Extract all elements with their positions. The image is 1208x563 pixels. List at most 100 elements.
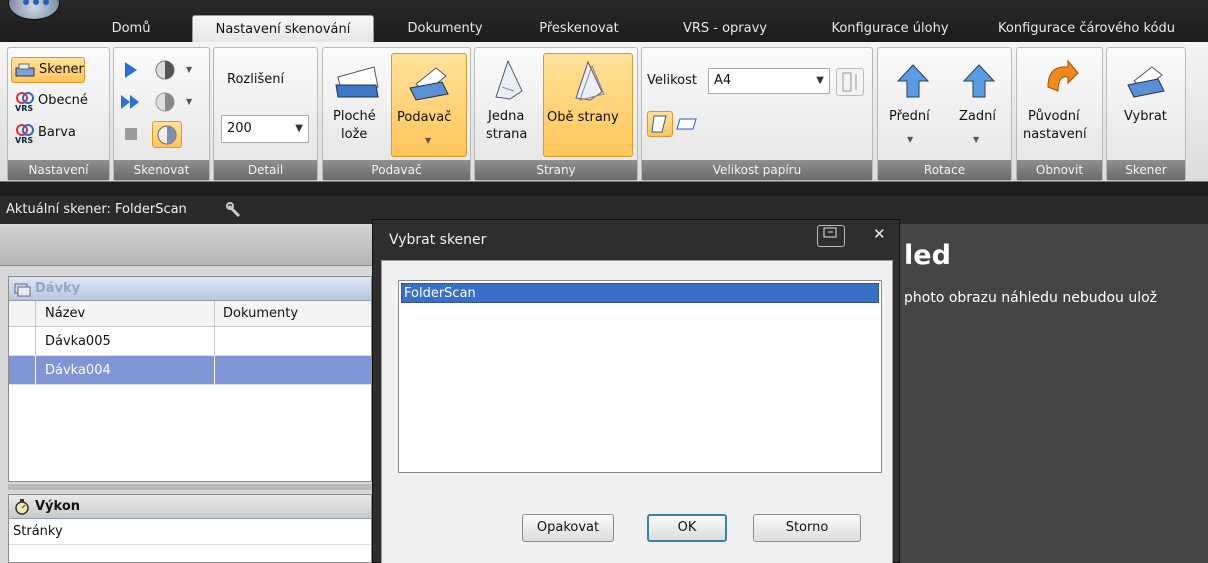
- rotate-front-label: Přední: [889, 109, 930, 124]
- undo-arrow-icon: [1047, 59, 1079, 92]
- chevron-down-icon: ▼: [186, 65, 193, 74]
- ribbon: Skener VRS Obecné VRS Barva Nastavení ▼ …: [0, 42, 1208, 182]
- rotate-back-label: Zadní: [959, 109, 996, 124]
- row-name: Dávka004: [45, 363, 111, 378]
- row-name: Dávka005: [45, 334, 111, 349]
- svg-text:VRS: VRS: [15, 136, 33, 144]
- obecne-label: Obecné: [38, 93, 88, 108]
- tab-vrs-corrections[interactable]: VRS - opravy: [660, 15, 790, 42]
- group-label-feeder: Podavač: [323, 160, 470, 180]
- vrs-icon: VRS: [15, 92, 34, 112]
- tab-barcode-config[interactable]: Konfigurace čárového kódu: [990, 15, 1208, 42]
- select-scanner-dialog: Vybrat skener ✕ FolderScan Opakovat OK S…: [372, 219, 900, 563]
- app-orb-button[interactable]: [8, 0, 60, 20]
- barva-button[interactable]: VRS Barva: [11, 120, 106, 146]
- resolution-combo[interactable]: 200 ▼: [221, 115, 309, 143]
- list-item[interactable]: FolderScan: [401, 283, 879, 303]
- landscape-page-icon: [676, 118, 697, 130]
- scan-stop-button[interactable]: [119, 122, 143, 146]
- chevron-down-icon: ▼: [907, 135, 914, 144]
- preview-note: photo obrazu náhledu nebudou ulož: [904, 290, 1158, 306]
- group-label-detail: Detail: [214, 160, 317, 180]
- rotate-front-button[interactable]: Přední ▼: [882, 53, 942, 157]
- portrait-button[interactable]: [647, 111, 673, 137]
- dialog-restore-button[interactable]: [817, 225, 845, 247]
- arrow-up-icon: [962, 64, 996, 98]
- chevron-down-icon: ▼: [973, 135, 980, 144]
- contrast-dropdown-2[interactable]: ▼: [152, 90, 200, 114]
- paper-size-combo[interactable]: A4 ▼: [708, 68, 830, 94]
- feeder-button[interactable]: Podavač ▼: [391, 53, 467, 157]
- group-label-rotation: Rotace: [878, 160, 1011, 180]
- group-label-settings: Nastavení: [8, 160, 109, 180]
- both-sides-button[interactable]: Obě strany: [543, 53, 633, 157]
- table-row[interactable]: Dávka004: [9, 356, 371, 385]
- preview-title: led: [904, 240, 951, 271]
- column-name[interactable]: Název: [45, 301, 85, 327]
- group-label-scan: Skenovat: [114, 160, 209, 180]
- gradient-circle-icon: [157, 125, 177, 145]
- fast-forward-icon: [121, 95, 139, 109]
- rotate-back-button[interactable]: Zadní ▼: [948, 53, 1008, 157]
- tab-rescan[interactable]: Přeskenovat: [520, 15, 638, 42]
- performance-panel: Výkon Stránky: [8, 494, 372, 563]
- group-rotation: Přední ▼ Zadní ▼ Rotace: [877, 47, 1012, 181]
- one-side-button[interactable]: Jedna strana: [478, 53, 540, 157]
- scan-fast-forward-button[interactable]: [119, 90, 143, 114]
- group-label-paper-size: Velikost papíru: [642, 160, 872, 180]
- column-documents[interactable]: Dokumenty: [223, 301, 298, 327]
- play-icon: [125, 62, 137, 78]
- tab-scan-settings[interactable]: Nastavení skenování: [192, 15, 374, 42]
- wrench-icon[interactable]: [226, 202, 244, 218]
- chevron-down-icon: ▼: [295, 123, 303, 134]
- window-restore-icon: [823, 227, 837, 238]
- cancel-button[interactable]: Storno: [753, 514, 861, 542]
- skener-button[interactable]: Skener: [11, 57, 85, 83]
- contrast-dropdown-1[interactable]: ▼: [152, 58, 200, 82]
- landscape-button[interactable]: [675, 111, 701, 137]
- flatbed-button[interactable]: Ploché lože: [326, 53, 388, 157]
- group-paper-size: Velikost A4 ▼ Velikost papíru: [641, 47, 873, 181]
- duplex-page-icon: [575, 60, 605, 101]
- batches-title-bar: Dávky: [9, 277, 371, 301]
- paper-size-label: Velikost: [647, 73, 697, 88]
- obecne-button[interactable]: VRS Obecné: [11, 88, 106, 114]
- batches-panel: Dávky Název Dokumenty Dávka005 Dávka004: [8, 276, 372, 482]
- table-row[interactable]: Dávka005: [9, 327, 371, 356]
- arrow-up-icon: [896, 64, 930, 98]
- group-sides: Jedna strana Obě strany Strany: [474, 47, 638, 181]
- group-label-restore: Obnovit: [1017, 160, 1102, 180]
- ok-button[interactable]: OK: [647, 514, 727, 542]
- paper-size-toggle-button[interactable]: [836, 68, 864, 96]
- chevron-down-icon: ▼: [816, 75, 824, 86]
- batches-column-header: Název Dokumenty: [9, 301, 371, 327]
- pages-label: Stránky: [13, 524, 63, 539]
- group-label-sides: Strany: [475, 160, 637, 180]
- retry-button[interactable]: Opakovat: [522, 514, 614, 542]
- flatbed-label-2: lože: [341, 127, 368, 142]
- chevron-down-icon: ▼: [425, 136, 432, 145]
- scanner-icon: [15, 63, 35, 77]
- dialog-body: FolderScan Opakovat OK Storno: [381, 260, 893, 563]
- stack-icon: [14, 283, 31, 297]
- current-scanner-text: Aktuální skener: FolderScan: [6, 202, 187, 217]
- performance-title-bar: Výkon: [9, 495, 371, 519]
- tab-documents[interactable]: Dokumenty: [390, 15, 500, 42]
- restore-defaults-button[interactable]: Původní nastavení: [1020, 53, 1100, 157]
- select-scanner-button[interactable]: Vybrat: [1110, 53, 1182, 157]
- left-panel: Dávky Název Dokumenty Dávka005 Dávka004 …: [0, 224, 372, 563]
- flatbed-scanner-icon: [335, 66, 379, 98]
- color-mode-button[interactable]: [152, 121, 182, 148]
- scanner-list: FolderScan: [398, 280, 882, 473]
- performance-title: Výkon: [35, 499, 81, 514]
- tab-job-config[interactable]: Konfigurace úlohy: [810, 15, 970, 42]
- panel-splitter[interactable]: [8, 484, 372, 490]
- scan-play-button[interactable]: [119, 58, 143, 82]
- orientation-icon: [842, 72, 857, 92]
- vrs-icon: VRS: [15, 124, 34, 144]
- tab-home[interactable]: Domů: [95, 15, 167, 42]
- group-scanner: Vybrat Skener: [1106, 47, 1186, 181]
- stop-icon: [125, 128, 137, 140]
- title-tab-bar: Domů Nastavení skenování Dokumenty Přesk…: [0, 0, 1208, 42]
- close-icon[interactable]: ✕: [873, 225, 886, 243]
